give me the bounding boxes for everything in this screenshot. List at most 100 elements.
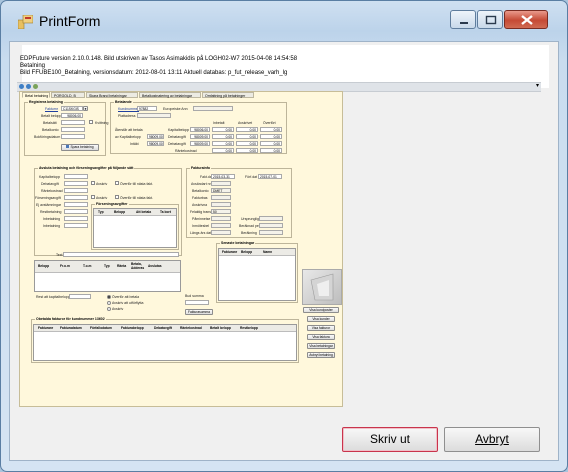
- visa-faktura-button[interactable]: Visa faktura: [307, 334, 335, 340]
- nav-refresh-icon[interactable]: [33, 84, 38, 89]
- tab-betalning[interactable]: Betal betalning: [22, 92, 50, 98]
- minimize-button[interactable]: [450, 10, 476, 29]
- decoration-image: [302, 269, 342, 305]
- visa-betalningar-button[interactable]: Visa betalningar: [307, 343, 335, 349]
- header-line-betalning: Betalning: [20, 63, 46, 69]
- radio-avskriv-label: Avskriv: [112, 307, 124, 311]
- visa-kunder-button[interactable]: Visa kunder: [307, 316, 335, 322]
- belopp-col-belopp: Belopp: [38, 264, 50, 268]
- fakturasumma-button[interactable]: Fakturasumma: [185, 309, 213, 315]
- obetalda-col-0: Fakturanr: [38, 326, 54, 330]
- avsluta-input-2[interactable]: [64, 188, 88, 193]
- maximize-button[interactable]: [477, 10, 503, 29]
- belopp-col-typ: Typ: [104, 264, 110, 268]
- spara-betalning-button[interactable]: Spara betalning: [61, 144, 99, 151]
- avskriv-checkbox-2[interactable]: [91, 195, 95, 199]
- overfor-checkbox-1[interactable]: [115, 181, 119, 185]
- print-button[interactable]: Skriv ut: [342, 427, 438, 452]
- avsluta-label-7: Inbetalning: [43, 224, 61, 228]
- av-kapital-value: 98009,00: [147, 134, 164, 139]
- senaste-title: Senaste betalningar: [220, 241, 256, 245]
- fi-label-4: Felaktig trans: [190, 210, 212, 214]
- betalande-title: Betalande: [114, 100, 133, 104]
- radio-overfor[interactable]: [107, 295, 111, 299]
- row-debatavgift2-v1: 0,00: [212, 141, 234, 146]
- row-debatavgift-v0: 98009,00: [190, 134, 210, 139]
- avbryt-betalning-button[interactable]: Avbryt betalning: [307, 352, 335, 358]
- overfor-label-2: Överför till nästa fakt.: [120, 196, 154, 200]
- belopp-table-header: Belopp Fr.o.m T.o.m Typ Ränta Betala, Ad…: [35, 261, 180, 273]
- obetalda-col-5: Räntekostnad: [180, 326, 202, 330]
- avsluta-input-7[interactable]: [64, 223, 88, 228]
- header-line-bild: Bild FFUBE100_Betalning, versionsdatum: …: [20, 70, 288, 76]
- senaste-table[interactable]: Fakturanr Belopp Namn: [218, 248, 296, 301]
- forseningsavgifter-table[interactable]: Typ Belopp Att betala Ta bort: [93, 208, 177, 248]
- radio-avskriv-utfor[interactable]: [107, 301, 111, 305]
- col-header-inbetalt: Inbetalt: [213, 121, 225, 125]
- reg-label-fakturnr: Fakturnr: [45, 107, 59, 111]
- reg-betalt-input[interactable]: 98006,00: [61, 113, 83, 118]
- kundnamn-field: [193, 106, 233, 111]
- fi-value-0: [211, 181, 231, 186]
- avskriv-label-1: Avskriv: [96, 182, 108, 186]
- overfor-checkbox-2[interactable]: [115, 195, 119, 199]
- text-label: Text: [56, 253, 63, 257]
- avsluta-input-0[interactable]: [64, 174, 88, 179]
- senaste-col-belopp: Belopp: [241, 250, 253, 254]
- fi-value-5: [211, 216, 231, 221]
- avsluta-label-4: Ej avstämningar: [36, 203, 62, 207]
- kvittning-label: Kvittning: [95, 121, 109, 125]
- obetalda-table[interactable]: Fakturanr Fakturadatum Förfallodatum Fak…: [33, 324, 297, 361]
- reg-label-betalsatt: Betalsätt: [43, 121, 57, 125]
- text-input[interactable]: [63, 252, 179, 257]
- fi-right-value-0: [259, 216, 283, 221]
- fi-right-value-1: [259, 223, 283, 228]
- radio-avskriv[interactable]: [107, 307, 111, 311]
- spara-betalning-label: Spara betalning: [70, 145, 94, 149]
- fi-label-0: Avsändart nr: [191, 182, 211, 186]
- kundnummer-input[interactable]: 97882: [137, 106, 157, 111]
- nav-forward-icon[interactable]: [26, 84, 31, 89]
- intakt-value: 98009,00: [147, 141, 164, 146]
- reg-betalkonto-select[interactable]: [61, 127, 85, 132]
- overfor-label-1: Överför till nästa fakt.: [120, 182, 154, 186]
- avsluta-input-1[interactable]: [64, 181, 88, 186]
- row-debatavgift2-v3: 0,00: [260, 141, 282, 146]
- rest-input[interactable]: [69, 294, 91, 299]
- avsluta-label-2: Räntekostnad: [41, 189, 63, 193]
- avsluta-input-6[interactable]: [64, 216, 88, 221]
- cancel-button[interactable]: Avbryt: [444, 427, 540, 452]
- senaste-col-namn: Namn: [263, 250, 273, 254]
- registrera-betalning-title: Registrera betalning: [28, 100, 64, 104]
- close-button[interactable]: [504, 10, 548, 29]
- avskriv-checkbox-1[interactable]: [91, 181, 95, 185]
- logo-icon: [310, 273, 334, 301]
- tab-omfattning[interactable]: Omfattning på betalninger: [202, 92, 254, 98]
- reg-bokforingsdatum-input[interactable]: [61, 134, 85, 139]
- visa-fakturor-button[interactable]: Visa fakturor: [307, 325, 335, 331]
- reg-fakturnr-dropdown[interactable]: ▾: [83, 106, 88, 111]
- radio-avskriv-utfor-label: Avskriv att utförflytta: [112, 301, 144, 305]
- belopp-table[interactable]: Belopp Fr.o.m T.o.m Typ Ränta Betala, Ad…: [34, 260, 181, 292]
- tab-porgold[interactable]: PORGOLD, B: [51, 92, 85, 98]
- tab-betalkostnatering[interactable]: Betalkostnatering av betalningar: [139, 92, 201, 98]
- avsluta-input-3[interactable]: [64, 195, 88, 200]
- close-icon: [521, 15, 533, 25]
- avskriv-label-2: Avskriv: [96, 196, 108, 200]
- title-bar[interactable]: PrintForm: [1, 1, 567, 41]
- obetalda-header: Fakturanr Fakturadatum Förfallodatum Fak…: [34, 325, 296, 332]
- reg-betalsatt-select[interactable]: [61, 120, 85, 125]
- av-kapital-label: av Kapitalbelopp: [115, 135, 141, 139]
- kvittning-checkbox[interactable]: [89, 120, 93, 124]
- visa-kundposter-button[interactable]: Visa kundposter: [303, 307, 339, 313]
- fi-value-6: [211, 223, 231, 228]
- nav-back-icon[interactable]: [19, 84, 24, 89]
- avsluta-input-4[interactable]: [64, 202, 88, 207]
- toolbar-close-icon[interactable]: ▾: [536, 83, 539, 90]
- tab-skara-brand[interactable]: Skara Brand betalningar: [86, 92, 138, 98]
- fi-right-value-2: [259, 230, 283, 235]
- avsluta-input-5[interactable]: [64, 209, 88, 214]
- row-kapitalbelopp-v1: 0,00: [212, 127, 234, 132]
- col-header-overfort: Överfört: [263, 121, 276, 125]
- reg-fakturnr-input[interactable]: C11SKGIS: [61, 106, 83, 111]
